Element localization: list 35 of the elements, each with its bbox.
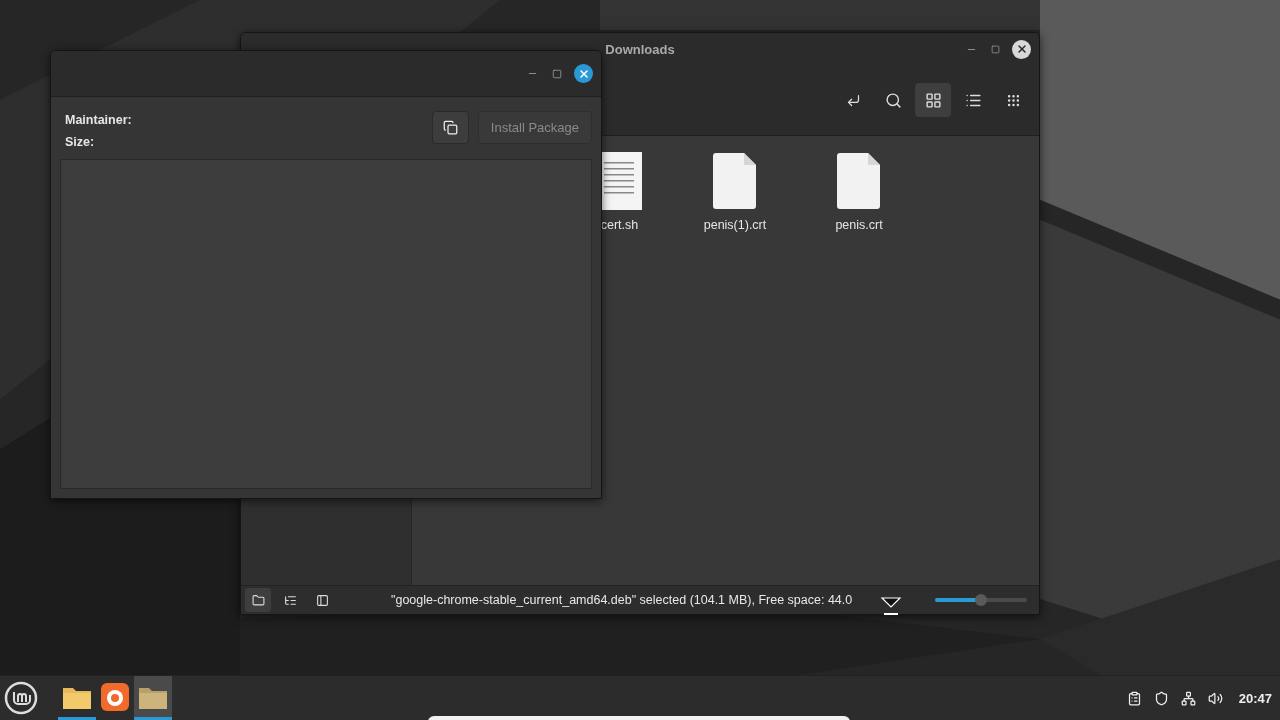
field-label: Maintainer: <box>65 113 132 127</box>
view-button[interactable] <box>915 83 951 117</box>
file-name: cert.sh <box>600 218 639 232</box>
close-icon <box>577 67 590 80</box>
clipboard-icon[interactable] <box>1126 690 1142 706</box>
compact-view-icon <box>1005 92 1021 108</box>
status-text: "google-chrome-stable_current_amd64.deb" selected (104.1 MB), Free space: 44.0 <box>391 593 853 607</box>
shield-icon[interactable] <box>1153 690 1169 706</box>
return-arrow-icon <box>845 92 861 108</box>
grid-view-icon <box>924 91 942 109</box>
field-label: Size: <box>65 135 96 149</box>
volume-icon[interactable] <box>1207 690 1223 706</box>
window-title: Downloads <box>605 41 675 57</box>
maximize-icon <box>552 68 562 79</box>
slider-thumb[interactable] <box>975 594 987 606</box>
network-icon[interactable] <box>1180 690 1196 706</box>
browser-icon <box>101 682 129 711</box>
close-button[interactable] <box>1012 39 1031 59</box>
maximize-icon <box>991 44 1000 54</box>
copy-icon <box>442 120 458 135</box>
file-name: penis.crt <box>835 218 883 232</box>
file-icon <box>837 152 881 210</box>
clock[interactable]: 20:47 <box>1238 690 1272 706</box>
file-name: penis(1).crt <box>703 218 767 232</box>
close-icon <box>1015 43 1028 55</box>
close-button[interactable] <box>574 64 593 83</box>
tree-icon <box>283 593 297 607</box>
search-icon <box>884 91 902 109</box>
file-icon <box>713 152 757 210</box>
folder-icon <box>251 593 265 607</box>
menu-logo-icon[interactable] <box>4 681 38 715</box>
maximize-button[interactable] <box>989 42 1002 56</box>
copy-button[interactable] <box>431 111 469 144</box>
sidebar-icon <box>315 593 329 607</box>
places-button[interactable] <box>245 588 271 612</box>
